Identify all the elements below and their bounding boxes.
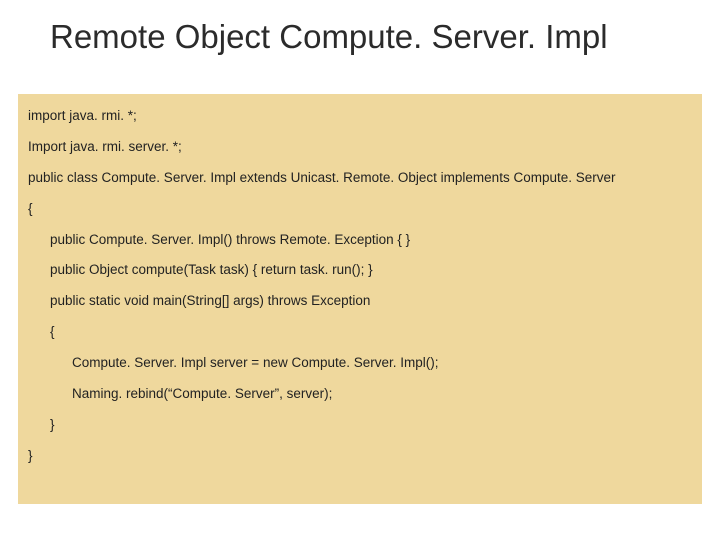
code-line: Import java. rmi. server. *; — [28, 139, 692, 156]
slide-title: Remote Object Compute. Server. Impl — [0, 0, 720, 56]
code-line: public Object compute(Task task) { retur… — [28, 262, 692, 279]
code-line: { — [28, 324, 692, 341]
code-block: import java. rmi. *; Import java. rmi. s… — [18, 94, 702, 504]
slide: Remote Object Compute. Server. Impl impo… — [0, 0, 720, 540]
code-line: Naming. rebind(“Compute. Server”, server… — [28, 386, 692, 403]
code-line: public class Compute. Server. Impl exten… — [28, 170, 692, 187]
code-line: Compute. Server. Impl server = new Compu… — [28, 355, 692, 372]
code-line: public static void main(String[] args) t… — [28, 293, 692, 310]
code-line: public Compute. Server. Impl() throws Re… — [28, 232, 692, 249]
code-line: { — [28, 201, 692, 218]
code-line: } — [28, 448, 692, 465]
code-line: } — [28, 417, 692, 434]
code-line: import java. rmi. *; — [28, 108, 692, 125]
